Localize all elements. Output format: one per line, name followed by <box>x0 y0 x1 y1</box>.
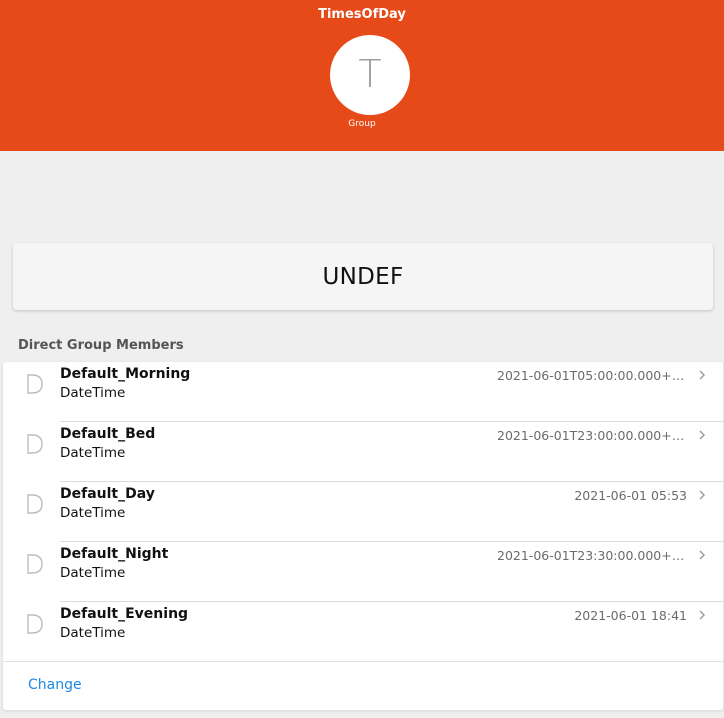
change-button[interactable]: Change <box>28 677 82 693</box>
list-item[interactable]: Default_Morning DateTime 2021-06-01T05:0… <box>3 362 723 422</box>
item-state: 2021-06-01T23:30:00.000+05:30 <box>497 548 687 563</box>
item-type: DateTime <box>60 385 126 401</box>
avatar-caption: Group <box>348 119 376 129</box>
datetime-item-icon <box>27 614 43 634</box>
chevron-right-icon <box>699 430 706 440</box>
section-title: Direct Group Members <box>18 338 184 353</box>
item-state: 2021-06-01T05:00:00.000+05:30 <box>497 368 687 383</box>
avatar: T <box>330 35 410 115</box>
chevron-right-icon <box>699 610 706 620</box>
item-type: DateTime <box>60 625 126 641</box>
group-header: TimesOfDay T Group <box>0 0 724 151</box>
chevron-right-icon <box>699 550 706 560</box>
chevron-right-icon <box>699 490 706 500</box>
item-name: Default_Morning <box>60 366 191 382</box>
avatar-letter: T <box>358 52 382 96</box>
item-state: 2021-06-01 18:41 <box>574 608 687 623</box>
list-item[interactable]: Default_Bed DateTime 2021-06-01T23:00:00… <box>3 422 723 482</box>
group-state-card[interactable]: UNDEF <box>13 243 713 310</box>
datetime-item-icon <box>27 434 43 454</box>
chevron-right-icon <box>699 370 706 380</box>
group-state-value: UNDEF <box>322 263 404 290</box>
list-item[interactable]: Default_Day DateTime 2021-06-01 05:53 <box>3 482 723 542</box>
footer-divider <box>3 661 723 662</box>
item-type: DateTime <box>60 565 126 581</box>
item-state: 2021-06-01T23:00:00.000+05:30 <box>497 428 687 443</box>
item-state: 2021-06-01 05:53 <box>574 488 687 503</box>
item-name: Default_Night <box>60 546 169 562</box>
item-name: Default_Bed <box>60 426 156 442</box>
item-name: Default_Evening <box>60 606 189 622</box>
page-title: TimesOfDay <box>318 7 406 22</box>
members-list: Default_Morning DateTime 2021-06-01T05:0… <box>3 362 723 710</box>
list-item[interactable]: Default_Night DateTime 2021-06-01T23:30:… <box>3 542 723 602</box>
list-item[interactable]: Default_Evening DateTime 2021-06-01 18:4… <box>3 602 723 662</box>
datetime-item-icon <box>27 494 43 514</box>
datetime-item-icon <box>27 554 43 574</box>
item-type: DateTime <box>60 445 126 461</box>
item-name: Default_Day <box>60 486 155 502</box>
item-type: DateTime <box>60 505 126 521</box>
datetime-item-icon <box>27 374 43 394</box>
